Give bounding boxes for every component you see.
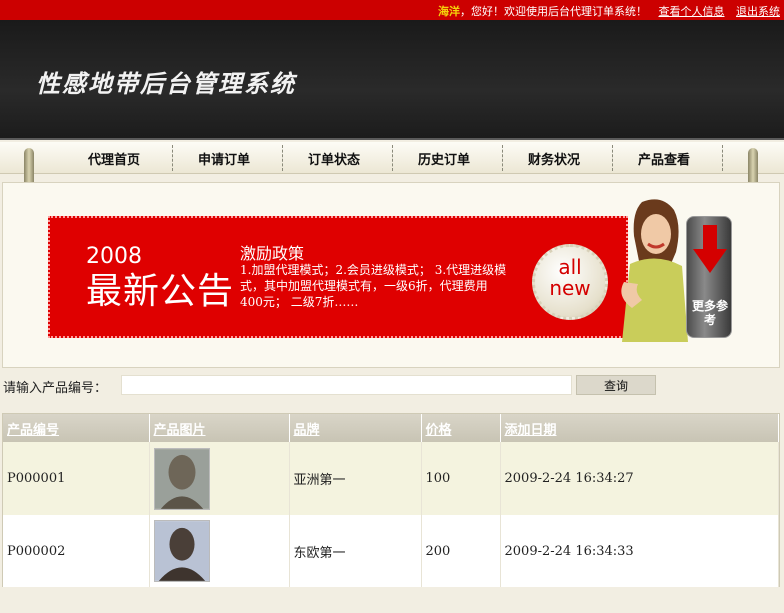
sort-date-added-link[interactable]: 添加日期 (505, 423, 557, 438)
site-title: 性感地带后台管理系统 (36, 69, 296, 98)
product-id-input[interactable] (121, 375, 572, 395)
policy-title: 激励政策 (240, 244, 305, 263)
cell-price: 100 (421, 442, 501, 515)
cell-date-added: 2009-2-24 16:34:27 (500, 442, 779, 515)
badge-line-1: all (558, 255, 582, 279)
top-bar: 海洋，您好！欢迎使用后台代理订单系统！ 查看个人信息 退出系统 (0, 0, 784, 20)
welcome-text: ，您好！欢迎使用后台代理订单系统！ (460, 5, 647, 18)
search-button[interactable]: 查询 (576, 375, 656, 395)
nav-item-products[interactable]: 产品查看 (638, 149, 690, 168)
logout-link[interactable]: 退出系统 (736, 5, 780, 18)
nav-item-apply-order[interactable]: 申请订单 (198, 149, 250, 168)
cell-date-added: 2009-2-24 16:34:33 (500, 515, 779, 587)
down-arrow-icon (693, 225, 727, 273)
product-table: 产品编号 产品图片 品牌 价格 添加日期 P000001 亚洲第一 100 20… (2, 413, 780, 587)
policy-text: 1.加盟代理模式；2.会员进级模式； 3.代理进级模式，其中加盟代理模式有，一级… (240, 263, 507, 309)
sort-price-link[interactable]: 价格 (426, 423, 452, 438)
cell-product-id: P000002 (3, 515, 150, 587)
sort-product-id-link[interactable]: 产品编号 (7, 423, 59, 438)
table-header-row: 产品编号 产品图片 品牌 价格 添加日期 (3, 414, 779, 442)
woman-illustration (621, 199, 688, 342)
table-row: P000001 亚洲第一 100 2009-2-24 16:34:27 (3, 442, 779, 515)
cell-product-image (149, 442, 290, 515)
view-profile-link[interactable]: 查看个人信息 (659, 5, 725, 18)
nav-item-order-history[interactable]: 历史订单 (418, 149, 470, 168)
more-info-label: 更多参考 (691, 299, 728, 327)
nav-divider (392, 145, 393, 171)
column-header-product-id: 产品编号 (3, 414, 150, 442)
search-label: 请输入产品编号： (3, 381, 108, 396)
product-thumbnail[interactable] (153, 520, 210, 582)
site-header: 性感地带后台管理系统 (0, 20, 784, 140)
nav-divider (502, 145, 503, 171)
all-new-badge: all new (532, 244, 608, 320)
cell-price: 200 (421, 515, 501, 587)
cell-product-image (149, 515, 290, 587)
cell-brand: 东欧第一 (289, 515, 422, 587)
cell-brand: 亚洲第一 (289, 442, 422, 515)
nav-divider (612, 145, 613, 171)
nav-divider (282, 145, 283, 171)
main-nav: 代理首页 申请订单 订单状态 历史订单 财务状况 产品查看 (0, 142, 784, 208)
badge-line-2: new (549, 276, 591, 300)
username: 海洋 (438, 5, 460, 18)
product-thumbnail[interactable] (153, 447, 210, 510)
column-header-product-image: 产品图片 (149, 414, 290, 442)
nav-item-finance[interactable]: 财务状况 (528, 149, 580, 168)
cell-product-id: P000001 (3, 442, 150, 515)
sort-brand-link[interactable]: 品牌 (294, 423, 320, 438)
nav-divider (172, 145, 173, 171)
banner-headline: 最新公告 (86, 271, 235, 312)
sort-product-image-link[interactable]: 产品图片 (154, 423, 206, 438)
column-header-date-added: 添加日期 (500, 414, 779, 442)
table-row: P000002 东欧第一 200 2009-2-24 16:34:33 (3, 515, 779, 587)
column-header-price: 价格 (421, 414, 501, 442)
nav-item-agent-home[interactable]: 代理首页 (88, 149, 140, 168)
nav-item-order-status[interactable]: 订单状态 (308, 149, 360, 168)
nav-divider (722, 145, 723, 171)
more-info-button[interactable]: 更多参考 (686, 216, 732, 338)
column-header-brand: 品牌 (289, 414, 422, 442)
